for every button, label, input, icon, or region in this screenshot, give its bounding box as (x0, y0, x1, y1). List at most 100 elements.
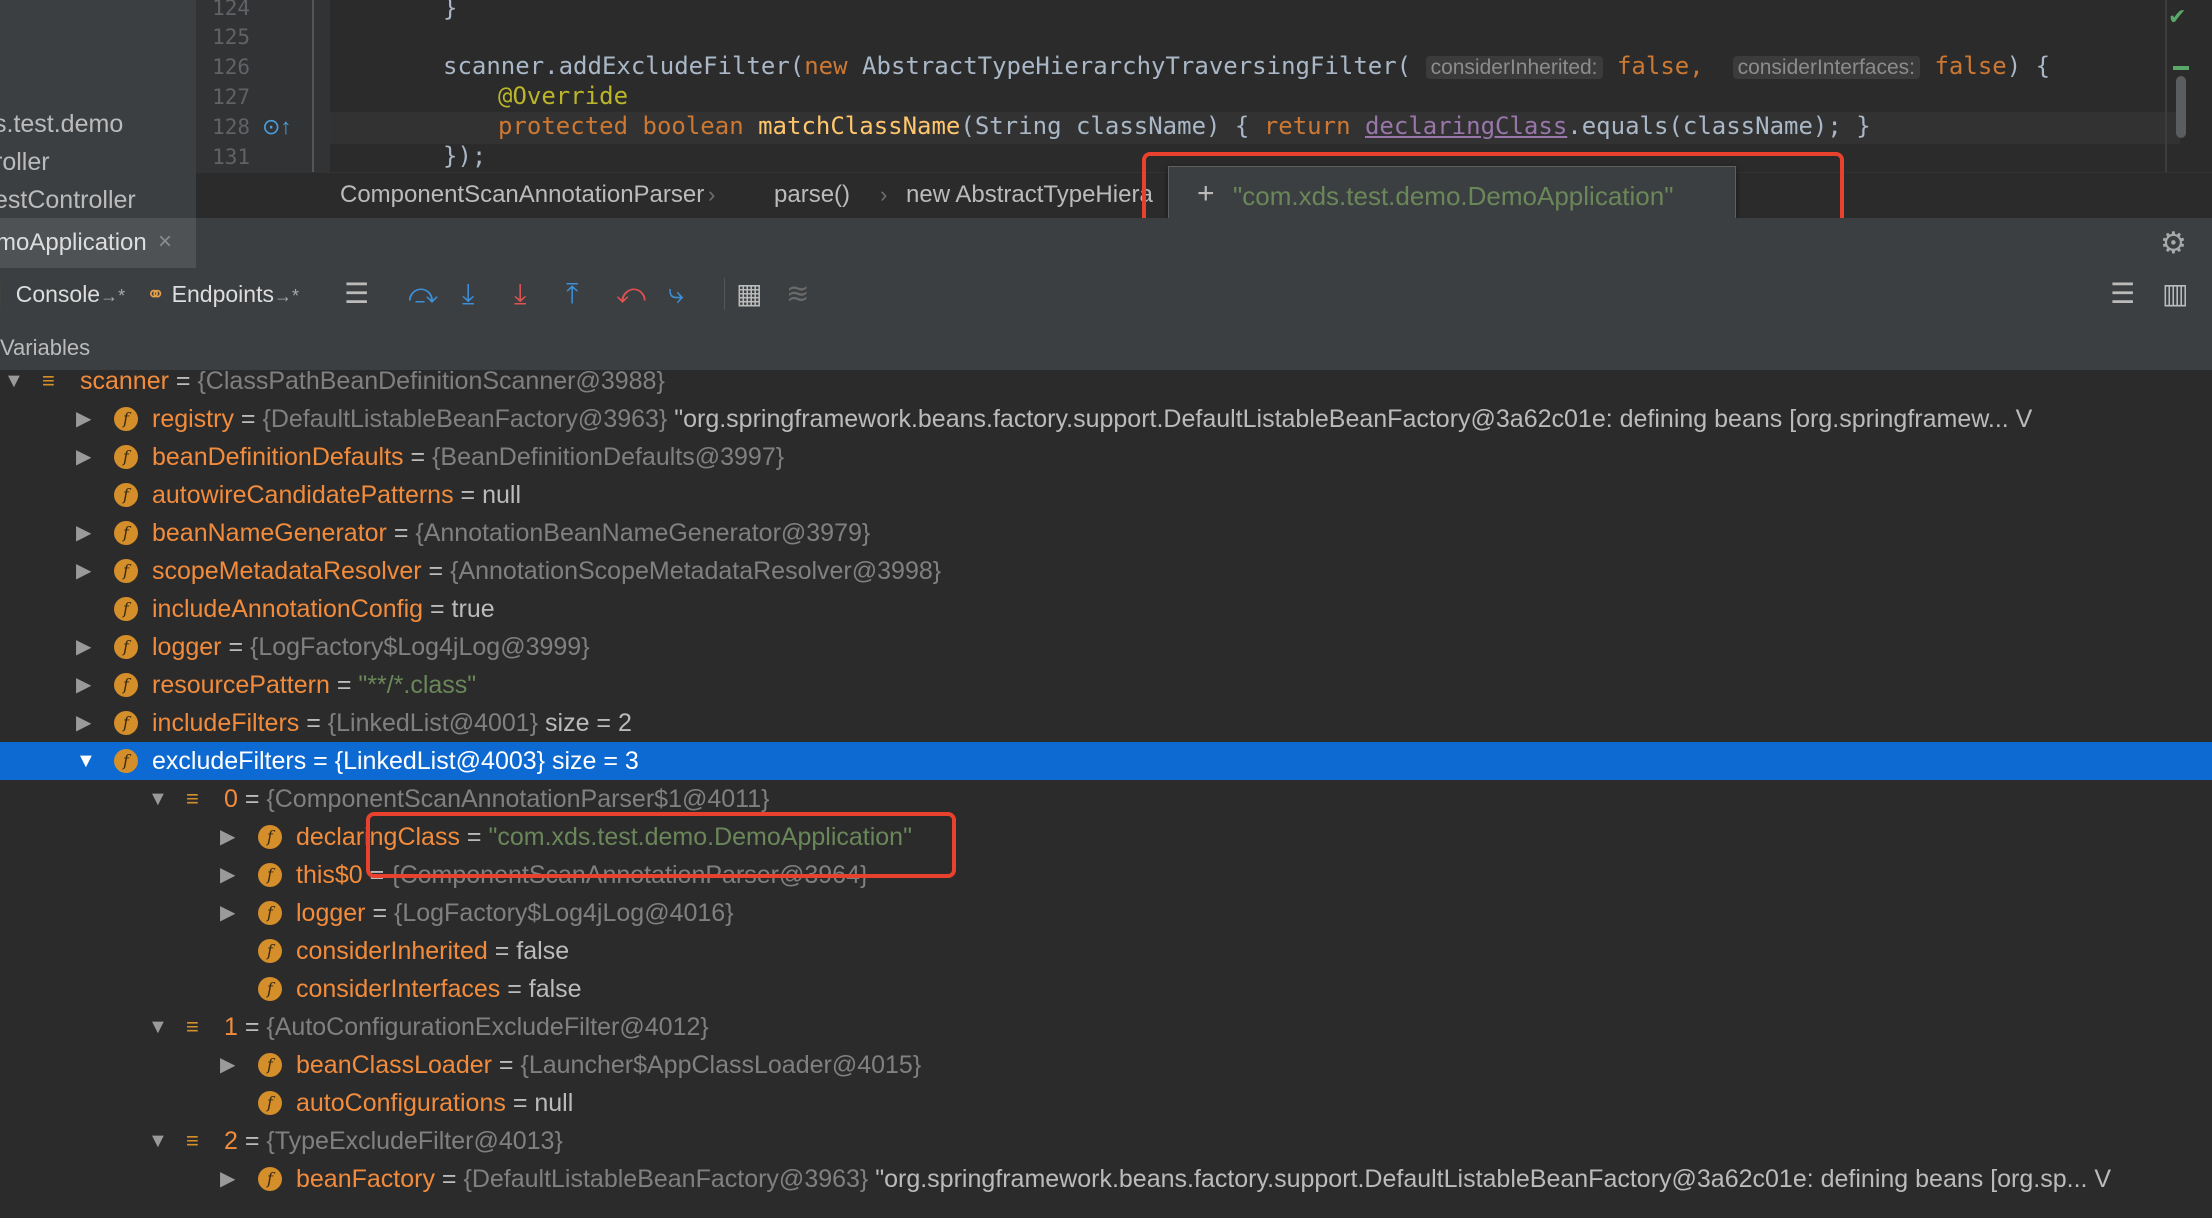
expand-arrow-icon[interactable]: ▶ (76, 704, 91, 742)
list-icon: ≡ (186, 786, 199, 811)
variable-eq: = (487, 937, 517, 965)
variable-row[interactable]: ▶ f scopeMetadataResolver = {AnnotationSco… (0, 552, 2212, 590)
drop-frame-icon[interactable]: ⤺ (616, 278, 646, 310)
collapse-arrow-icon[interactable]: ▼ (4, 370, 24, 400)
collapse-arrow-icon[interactable]: ▼ (148, 1122, 168, 1160)
variable-row[interactable]: ▶ f includeFilters = {LinkedList@4001} siz… (0, 704, 2212, 742)
collapse-arrow-icon[interactable]: ▼ (148, 1008, 168, 1046)
variable-row[interactable]: ▶ f beanClassLoader = {Launcher$AppClassLo… (0, 1046, 2212, 1084)
variable-row[interactable]: ▶ f beanFactory = {DefaultListableBeanFact… (0, 1160, 2212, 1198)
expand-arrow-icon[interactable]: ▶ (220, 1160, 235, 1198)
expand-arrow-icon[interactable]: ▶ (76, 628, 91, 666)
variable-row[interactable]: ▶ f beanNameGenerator = {AnnotationBeanNam… (0, 514, 2212, 552)
editor-scrollbar[interactable] (2176, 76, 2186, 138)
variable-row[interactable]: ▶ f beanDefinitionDefaults = {BeanDefiniti… (0, 438, 2212, 476)
variable-row[interactable]: ▶ f logger = {LogFactory$Log4jLog@4016} (0, 894, 2212, 932)
param-hint: considerInherited: (1425, 56, 1603, 79)
evaluate-icon[interactable]: ▦ (736, 278, 762, 310)
breadcrumb-item[interactable]: ComponentScanAnnotationParser (340, 181, 704, 209)
show-execution-point-icon[interactable]: ⤼ (408, 278, 438, 310)
project-item[interactable]: estController (0, 186, 136, 215)
step-into-icon[interactable]: ⤓ (514, 278, 526, 310)
variable-row[interactable]: f includeAnnotationConfig = true (0, 590, 2212, 628)
expand-arrow-icon[interactable]: ▶ (220, 856, 235, 894)
breadcrumb-item[interactable]: parse() (774, 181, 850, 209)
variable-row[interactable]: ▶ f logger = {LogFactory$Log4jLog@3999} (0, 628, 2212, 666)
variable-row[interactable]: ▼ ≡ 1 = {AutoConfigurationExcludeFilter@40… (0, 1008, 2212, 1046)
variable-type: {LinkedList@4003} (334, 747, 546, 775)
line-number: 128 (212, 115, 250, 139)
variable-row[interactable]: f autoConfigurations = null (0, 1084, 2212, 1122)
frames-icon[interactable]: ☰ (344, 278, 369, 310)
param-hint: considerInterfaces: (1732, 56, 1921, 79)
field-icon: f (114, 635, 138, 659)
variable-row[interactable]: ▼ ≡ 2 = {TypeExcludeFilter@4013} (0, 1122, 2212, 1160)
variable-eq: = (423, 595, 452, 623)
layout-settings-icon[interactable]: ▥ (2162, 278, 2188, 310)
field-icon: f (258, 901, 282, 925)
step-out-icon[interactable]: ⤒ (566, 278, 578, 310)
variable-row[interactable]: f autowireCandidatePatterns = null (0, 476, 2212, 514)
variable-type: {ClassPathBeanDefinitionScanner@3988} (197, 370, 665, 395)
line-number: 127 (212, 85, 250, 109)
expand-arrow-icon[interactable]: ▶ (220, 894, 235, 932)
variable-name: beanClassLoader (296, 1051, 492, 1079)
expand-arrow-icon[interactable]: ▶ (76, 400, 91, 438)
toolbar-divider (724, 278, 725, 310)
variable-row[interactable]: ▼ ≡ 0 = {ComponentScanAnnotationParser$1@4… (0, 780, 2212, 818)
variable-value: size = 2 (538, 709, 632, 737)
project-item[interactable]: roller (0, 148, 50, 177)
variable-eq: = (237, 1127, 267, 1155)
field-icon: f (258, 863, 282, 887)
variable-eq: = (221, 633, 250, 661)
variable-row[interactable]: ▶ f resourcePattern = "**/*.class" (0, 666, 2212, 704)
expand-arrow-icon[interactable]: ▶ (76, 514, 91, 552)
right-margin (2165, 0, 2167, 172)
variable-type: {LogFactory$Log4jLog@4016} (394, 899, 734, 927)
run-to-cursor-icon[interactable]: ⤷ (668, 278, 684, 310)
field-icon: f (114, 445, 138, 469)
code-line-124: } (443, 0, 458, 22)
code-editor[interactable]: } scanner.addExcludeFilter(new AbstractT… (330, 0, 2212, 172)
variable-name: logger (152, 633, 222, 661)
step-over-icon[interactable]: ⤓ (462, 278, 474, 310)
variable-row[interactable]: ▶ f registry = {DefaultListableBeanFactory… (0, 400, 2212, 438)
field-icon: f (114, 407, 138, 431)
variable-type: {AnnotationBeanNameGenerator@3979} (415, 519, 871, 547)
variable-row[interactable]: f considerInherited = false (0, 932, 2212, 970)
variable-eq: = (500, 975, 529, 1003)
variable-eq: = (237, 785, 267, 813)
variable-name: resourcePattern (152, 671, 330, 699)
variable-eq: = (505, 1089, 535, 1117)
expand-arrow-icon[interactable]: ▶ (220, 818, 235, 856)
variables-tree[interactable]: ▼ ≡ scanner = {ClassPathBeanDefinitionScan… (0, 370, 2212, 1218)
variable-eq: = (237, 1013, 267, 1041)
endpoints-tab[interactable]: ⚭ Endpoints→* (146, 281, 299, 308)
variable-eq: = (329, 671, 359, 699)
variable-name: this$0 (296, 861, 363, 889)
variable-eq: = (365, 899, 394, 927)
breadcrumb-item[interactable]: new AbstractTypeHiera (906, 181, 1153, 209)
variable-row[interactable]: ▶ f this$0 = {ComponentScanAnnotationParse… (0, 856, 2212, 894)
restore-layout-icon[interactable]: ☰ (2110, 278, 2135, 310)
variable-row[interactable]: ▼ ≡ scanner = {ClassPathBeanDefinitionScan… (0, 370, 2212, 400)
field-icon: f (258, 939, 282, 963)
collapse-arrow-icon[interactable]: ▼ (148, 780, 168, 818)
expand-arrow-icon[interactable]: ▶ (76, 438, 91, 476)
list-icon: ≡ (186, 1128, 199, 1153)
project-item[interactable]: s.test.demo (0, 110, 123, 139)
run-tab[interactable]: moApplication × (0, 218, 196, 268)
override-marker-icon[interactable]: ⊙↑ (262, 114, 291, 140)
variable-row[interactable]: ▶ f declaringClass = "com.xds.test.demo.De… (0, 818, 2212, 856)
field-icon: f (258, 1091, 282, 1115)
expand-arrow-icon[interactable]: ▶ (220, 1046, 235, 1084)
expand-arrow-icon[interactable]: ▶ (76, 552, 91, 590)
expand-arrow-icon[interactable]: ▶ (76, 666, 91, 704)
collapse-arrow-icon[interactable]: ▼ (76, 742, 96, 780)
gear-icon[interactable]: ⚙ (2160, 226, 2187, 261)
variable-row[interactable]: ▼ f excludeFilters = {LinkedList@4003} siz… (0, 742, 2212, 780)
console-tab[interactable]: ▏Console→* (0, 281, 125, 308)
close-icon[interactable]: × (158, 228, 172, 256)
variable-row[interactable]: f considerInterfaces = false (0, 970, 2212, 1008)
variable-eq: = (168, 370, 198, 395)
